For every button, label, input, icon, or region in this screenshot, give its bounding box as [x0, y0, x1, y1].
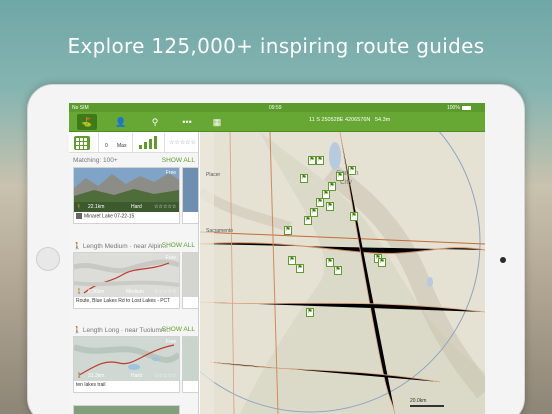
filter-bar: 0 Max ☆☆☆☆☆ [69, 132, 198, 153]
route-difficulty: Hard [131, 373, 142, 379]
battery-indicator: 100% [447, 104, 471, 111]
route-marker[interactable]: ⚑ [284, 226, 292, 235]
route-title-text: Minaret Lake 07-22-15 [84, 213, 135, 220]
route-marker[interactable]: ⚑ [326, 202, 334, 211]
route-distance: 31.3km [88, 373, 105, 379]
route-thumbnail: Free 🚶 22.1km Hard ☆☆☆☆☆ [74, 168, 179, 212]
scale-label: 20.0km [410, 398, 427, 404]
hiker-icon: 🚶 [73, 327, 83, 334]
map-icon[interactable]: ▦ [207, 114, 227, 130]
route-difficulty: Medium [126, 289, 144, 295]
battery-icon [461, 106, 471, 110]
home-button[interactable] [36, 247, 60, 271]
route-title: ten lakes trail [76, 382, 106, 388]
route-card[interactable]: Free 🚶 22.1km Hard ☆☆☆☆☆ Minaret Lake 07… [73, 167, 180, 224]
route-marker[interactable]: ⚑ [300, 174, 308, 183]
route-rating: ☆☆☆☆☆ [154, 373, 177, 379]
filter-type[interactable] [69, 133, 99, 152]
hiker-icon: 🚶 [76, 204, 83, 210]
route-marker[interactable]: ⚑ [304, 216, 312, 225]
route-marker[interactable]: ⚑ [316, 198, 324, 207]
map-view[interactable]: Carson City Placer Sacramento ⚑ ⚑ ⚑ ⚑ ⚑ … [200, 132, 485, 414]
promo-headline: Explore 125,000+ inspiring route guides [67, 34, 485, 58]
section-header-medium: 🚶 Length Medium · near Alpin... SHOW ALL [73, 242, 197, 250]
route-rating: ☆☆☆☆☆ [154, 204, 177, 210]
matching-label: Matching: 100+ [73, 157, 118, 164]
route-marker[interactable]: ⚑ [326, 258, 334, 267]
matching-header: Matching: 100+ SHOW ALL [73, 157, 197, 164]
route-marker[interactable]: ⚑ [348, 166, 356, 175]
route-difficulty: Hard [131, 204, 142, 210]
search-icon[interactable]: ⚲ [145, 114, 165, 130]
route-distance: 8.36km [88, 289, 105, 295]
free-badge: Free [165, 255, 176, 261]
route-marker[interactable]: ⚑ [316, 156, 324, 165]
free-badge: Free [165, 170, 176, 176]
length-min: 0 [105, 143, 108, 149]
route-card[interactable]: Free 🚶 8.36km Medium ☆☆☆☆☆ Route, Blue L… [73, 252, 180, 309]
route-marker[interactable]: ⚑ [306, 308, 314, 317]
route-title: Minaret Lake 07-22-15 [76, 213, 178, 219]
clock: 09:59 [269, 104, 282, 111]
route-card-peek[interactable] [182, 252, 198, 309]
route-card-peek[interactable] [182, 167, 198, 224]
section-label: Length Medium · near Alpin... [82, 243, 168, 250]
show-all-link[interactable]: SHOW ALL [162, 157, 195, 164]
route-rating: ☆☆☆☆☆ [154, 289, 177, 295]
carrier-label: No SIM [72, 104, 89, 111]
route-card[interactable]: Free 🚶 31.3km Hard ☆☆☆☆☆ ten lakes trail [73, 336, 180, 393]
map-scale: 20.0km [410, 398, 444, 407]
route-marker[interactable]: ⚑ [334, 266, 342, 275]
section-label: Length Long · near Tuolumn... [82, 327, 170, 334]
map-label-sacramento: Sacramento [206, 228, 233, 234]
length-max: Max [117, 143, 127, 149]
hiker-icon: 🚶 [76, 373, 83, 379]
route-marker[interactable]: ⚑ [336, 172, 344, 181]
filter-difficulty[interactable] [133, 133, 165, 152]
status-bar: No SIM 09:59 100% [69, 103, 485, 112]
filter-length[interactable]: 0 Max [99, 133, 133, 152]
route-card[interactable] [73, 405, 180, 414]
route-marker[interactable]: ⚑ [308, 156, 316, 165]
avatar [76, 213, 82, 219]
route-thumbnail: Free 🚶 8.36km Medium ☆☆☆☆☆ [74, 253, 179, 297]
top-toolbar: ⛳ 👤 ⚲ ••• ▦ 11 S 250528E 4206576N 54.3m [69, 112, 485, 132]
hiker-icon: 🚶 [76, 289, 83, 295]
battery-percent: 100% [447, 104, 460, 111]
hiker-icon: 🚶 [73, 243, 83, 250]
altitude-text: 54.3m [374, 117, 391, 123]
free-badge: Free [165, 339, 176, 345]
route-distance: 22.1km [88, 204, 105, 210]
route-thumbnail: Free 🚶 31.3km Hard ☆☆☆☆☆ [74, 337, 179, 381]
route-guides-panel: 0 Max ☆☆☆☆☆ Matching: 100+ SHOW ALL Free… [69, 132, 199, 414]
section-header-long: 🚶 Length Long · near Tuolumn... SHOW ALL [73, 326, 197, 334]
rating-stars: ☆☆☆☆☆ [169, 140, 196, 146]
coordinate-readout: 11 S 250528E 4206576N 54.3m [309, 117, 390, 123]
route-marker[interactable]: ⚑ [296, 264, 304, 273]
route-marker[interactable]: ⚑ [378, 258, 386, 267]
filter-rating[interactable]: ☆☆☆☆☆ [165, 133, 198, 152]
show-all-link[interactable]: SHOW ALL [162, 326, 195, 333]
route-card-peek[interactable] [182, 336, 198, 393]
route-marker[interactable]: ⚑ [288, 256, 296, 265]
app-screen: No SIM 09:59 100% ⛳ 👤 ⚲ ••• ▦ 11 S 25052… [69, 103, 485, 414]
route-title: Route, Blue Lakes Rd to Lost Lakes - PCT [76, 298, 171, 304]
show-all-link[interactable]: SHOW ALL [162, 242, 195, 249]
profile-icon[interactable]: 👤 [111, 114, 131, 130]
more-icon[interactable]: ••• [177, 114, 197, 130]
route-marker[interactable]: ⚑ [350, 212, 358, 221]
front-camera [500, 257, 506, 263]
coordinate-text: 11 S 250528E 4206576N [309, 117, 371, 123]
grid-icon [74, 136, 90, 150]
map-label-placer: Placer [206, 172, 221, 178]
routes-tab-icon[interactable]: ⛳ [77, 114, 97, 130]
